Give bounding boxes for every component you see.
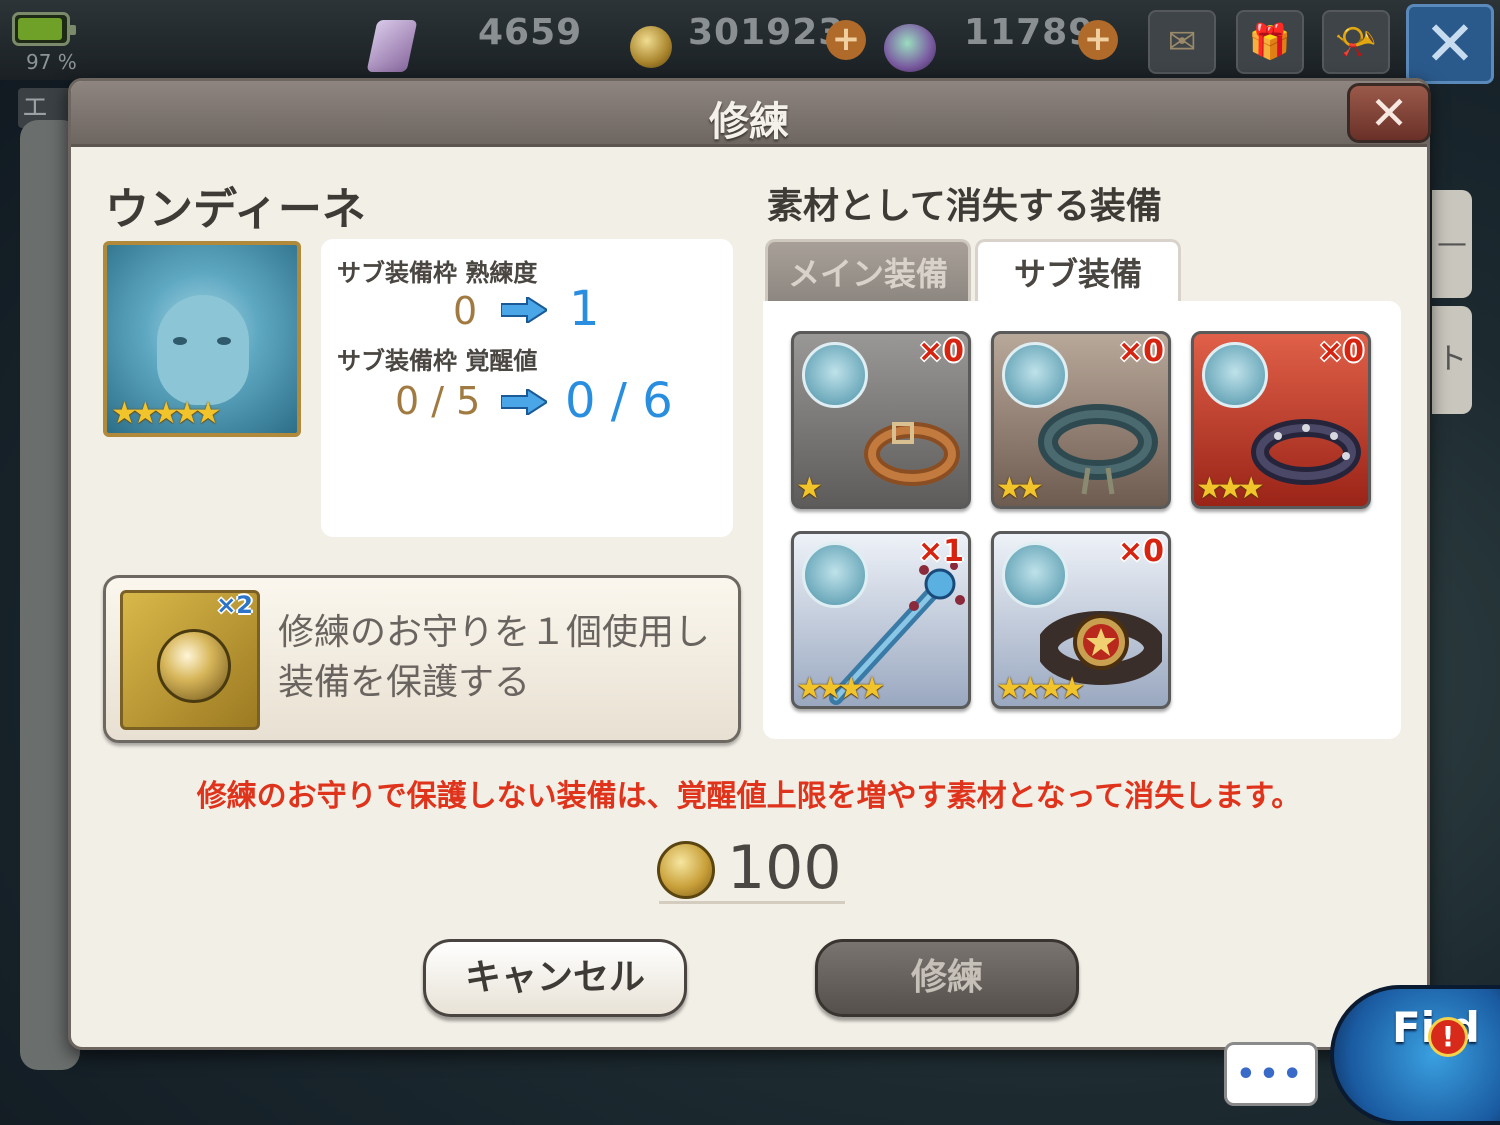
arrow-right-icon: [501, 389, 547, 415]
studded-belt-icon: [1251, 419, 1361, 485]
arrow-right-icon: [501, 297, 547, 323]
stat-change-panel: サブ装備枠 熟練度 0 1 サブ装備枠 覚醒値 0 / 5 0 / 6: [321, 239, 733, 537]
field-button[interactable]: Fi d !: [1330, 985, 1500, 1125]
character-rarity-stars: ★★★★★: [111, 396, 222, 431]
proficiency-label: サブ装備枠 熟練度: [337, 259, 538, 287]
charm-orb-icon: [157, 629, 231, 703]
character-portrait: ★★★★★: [103, 241, 301, 437]
undine-face-icon: [1202, 342, 1268, 408]
crystal-count: 4659: [478, 12, 583, 53]
dialog-header: 修練: [71, 81, 1427, 147]
tab-main-equipment[interactable]: メイン装備: [765, 239, 971, 303]
battery-percent: 97 %: [26, 50, 77, 74]
gift-icon[interactable]: 🎁: [1236, 10, 1304, 74]
awakening-to: 0 / 6: [565, 373, 673, 429]
crystal-icon: [366, 20, 418, 72]
mail-icon[interactable]: ✉: [1148, 10, 1216, 74]
protection-charm-toggle[interactable]: ×2 修練のお守りを１個使用し 装備を保護する: [103, 575, 741, 743]
equipment-slot[interactable]: ×0 ★★★: [1191, 331, 1371, 509]
alert-icon: !: [1428, 1017, 1468, 1057]
dialog-title: 修練: [709, 99, 789, 145]
gil-count: 301923: [688, 12, 845, 53]
gem-pouch-icon: [884, 24, 936, 72]
proficiency-to: 1: [569, 281, 600, 337]
charm-description: 修練のお守りを１個使用し 装備を保護する: [278, 608, 710, 708]
right-side-tab-1[interactable]: —: [1432, 190, 1472, 298]
equipment-slot[interactable]: ×1 ★★★★: [791, 531, 971, 709]
gil-coin-icon: [630, 26, 672, 68]
training-cost: 100: [727, 833, 842, 903]
equipment-stars: ★: [796, 471, 823, 506]
training-dialog: 修練 ✕ ウンディーネ ★★★★★ サブ装備枠 熟練度 0 1 サブ装備枠 覚醒…: [68, 78, 1431, 1050]
equipment-count: ×0: [1117, 534, 1164, 569]
gil-coin-icon: [657, 841, 715, 899]
charm-line-1: 修練のお守りを１個使用し: [278, 612, 711, 653]
horn-icon[interactable]: 📯: [1322, 10, 1390, 74]
dialog-close-button[interactable]: ✕: [1347, 83, 1431, 143]
awakening-from: 0 / 5: [395, 379, 481, 423]
equipment-stars: ★★★★: [796, 671, 886, 706]
awakening-label: サブ装備枠 覚醒値: [337, 347, 538, 375]
tab-sub-equipment[interactable]: サブ装備: [975, 239, 1181, 303]
add-gem-button[interactable]: +: [1078, 20, 1118, 60]
brown-belt-icon: [864, 422, 960, 486]
equipment-stars: ★★★★: [996, 671, 1086, 706]
train-button[interactable]: 修練: [815, 939, 1079, 1017]
charm-count: ×2: [216, 591, 253, 619]
portrait-face: [157, 295, 249, 405]
chat-dots-icon: •••: [1236, 1057, 1306, 1092]
add-gil-button[interactable]: +: [826, 20, 866, 60]
warning-message: 修練のお守りで保護しない装備は、覚醒値上限を増やす素材となって消失します。: [196, 779, 1302, 814]
cancel-button[interactable]: キャンセル: [423, 939, 687, 1017]
equipment-stars: ★★: [996, 471, 1044, 506]
equipment-grid: ×0 ★ ×0 ★★ ×0 ★★★ ×1 ★★★★ ×0 ★★★★: [763, 301, 1401, 739]
character-name: ウンディーネ: [105, 184, 366, 235]
charm-icon: ×2: [120, 590, 260, 730]
gem-count: 11789: [964, 12, 1095, 53]
top-status-bar: 97 % 4659 301923 + 11789 + ✉ 🎁 📯 ✕: [0, 0, 1500, 84]
undine-face-icon: [802, 342, 868, 408]
materials-title: 素材として消失する装備: [767, 186, 1162, 227]
equipment-count: ×0: [1117, 334, 1164, 369]
charm-line-2: 装備を保護する: [278, 662, 531, 703]
equipment-count: ×0: [1317, 334, 1364, 369]
cost-underline: [659, 901, 845, 904]
undine-face-icon: [1002, 542, 1068, 608]
chat-button[interactable]: •••: [1224, 1042, 1318, 1106]
equipment-slot[interactable]: ×0 ★★: [991, 331, 1171, 509]
right-side-tab-2[interactable]: ト: [1432, 306, 1472, 414]
proficiency-from: 0: [453, 289, 478, 333]
equipment-slot[interactable]: ×0 ★: [791, 331, 971, 509]
equipment-count: ×1: [917, 534, 964, 569]
battery-icon: [12, 12, 76, 46]
equipment-slot[interactable]: ×0 ★★★★: [991, 531, 1171, 709]
equipment-stars: ★★★: [1196, 471, 1265, 506]
equipment-count: ×0: [917, 334, 964, 369]
screen-close-button[interactable]: ✕: [1406, 4, 1494, 84]
corset-belt-icon: [1038, 404, 1158, 495]
